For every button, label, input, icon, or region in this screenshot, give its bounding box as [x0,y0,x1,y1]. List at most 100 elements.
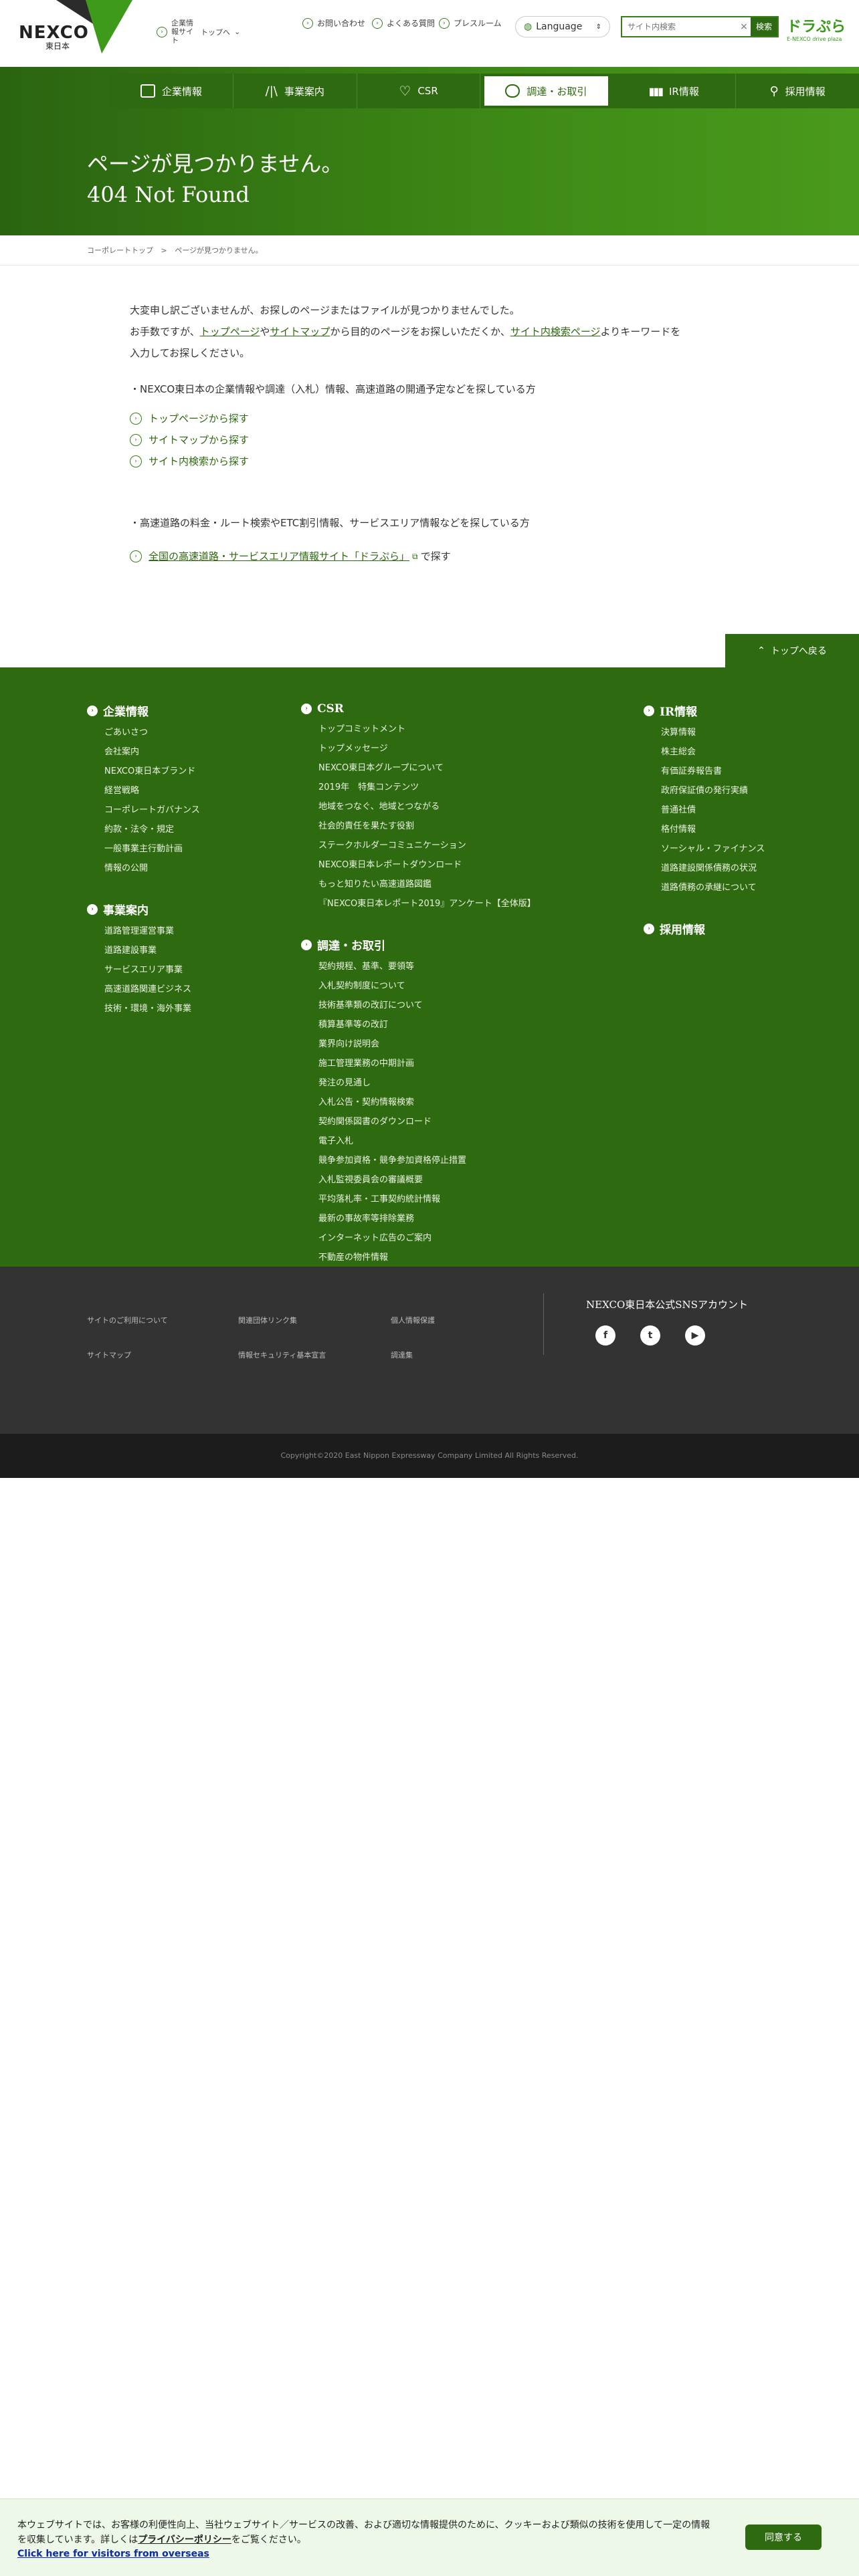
search-from-site-search-link[interactable]: › サイト内検索から探す [130,451,732,472]
footer-heading[interactable]: › 採用情報 [644,920,765,937]
footer-link[interactable]: 高速道路関連ビジネス [87,980,200,999]
clear-icon[interactable]: × [737,17,751,36]
footer-link[interactable]: 発注の見通し [301,1073,536,1093]
footer-link[interactable]: 政府保証債の発行実績 [644,781,765,800]
agree-button[interactable]: 同意する [745,2525,822,2550]
nav-recruit[interactable]: ⚲ 採用情報 [736,74,859,108]
arrow-circle-icon: › [87,903,98,915]
contact-label: お問い合わせ [317,19,366,28]
footer-link[interactable]: サービスエリア事業 [87,960,200,980]
breadcrumb-home[interactable]: コーポレートトップ [87,246,153,255]
privacy-policy-link[interactable]: プライバシーポリシー [138,2535,231,2545]
nav-ir[interactable]: ▮▮▮ IR情報 [612,74,737,108]
footer-link[interactable]: 道路管理運営事業 [87,922,200,941]
footer-link[interactable]: 技術・環境・海外事業 [87,999,200,1018]
nav-business[interactable]: /|\ 事業案内 [233,74,357,108]
arrow-circle-icon: › [302,17,313,29]
overseas-visitors-link[interactable]: Click here for visitors from overseas [17,2549,209,2559]
footer-link[interactable]: 一般事業主行動計画 [87,839,200,859]
footer-link[interactable]: 会社案内 [87,742,200,762]
footer-link[interactable]: 最新の事故率等排除業務 [301,1209,536,1228]
footer-link[interactable]: トップコミットメント [301,720,536,739]
footer-link[interactable]: NEXCO東日本グループについて [301,758,536,778]
nexco-logo[interactable]: NEXCO 東日本 [19,0,132,53]
footer-link[interactable]: 平均落札率・工事契約統計情報 [301,1190,536,1209]
footer-link[interactable]: 株主総会 [644,742,765,762]
faq-link[interactable]: › よくある質問 [372,17,435,29]
footer-link[interactable]: 入札公告・契約情報検索 [301,1093,536,1112]
footer-link[interactable]: 『NEXCO東日本レポート2019』アンケート【全体版】 [301,894,536,914]
footer-link[interactable]: 業界向け説明会 [301,1035,536,1054]
footer-link-sitemap[interactable]: サイトマップ [87,1350,131,1360]
footer-link[interactable]: 入札契約制度について [301,976,536,996]
footer-link-procurement[interactable]: 調達集 [391,1350,413,1360]
footer-heading-label: 採用情報 [660,924,705,937]
language-select[interactable]: ◍ Language ⇕ [515,16,610,37]
footer-link[interactable]: 電子入札 [301,1132,536,1151]
footer-heading[interactable]: › 企業情報 [87,702,200,719]
footer-link[interactable]: 道路建設関係債務の状況 [644,859,765,878]
footer-heading[interactable]: › IR情報 [644,702,765,719]
footer-link[interactable]: 不動産の物件情報 [301,1248,536,1267]
footer-link[interactable]: ソーシャル・ファイナンス [644,839,765,859]
footer-heading[interactable]: › 調達・お取引 [301,936,536,953]
footer-link[interactable]: NEXCO東日本レポートダウンロード [301,855,536,875]
footer-link-privacy[interactable]: 個人情報保護 [391,1315,435,1325]
footer-link[interactable]: 普通社債 [644,800,765,820]
footer-link[interactable]: 情報の公開 [87,859,200,878]
nav-corporate[interactable]: 企業情報 [110,74,233,108]
footer-link[interactable]: 格付情報 [644,820,765,839]
sitemap-link[interactable]: サイトマップ [270,326,330,338]
footer-link[interactable]: もっと知りたい高速道路図鑑 [301,875,536,894]
search-button[interactable]: 検索 [751,17,777,36]
youtube-icon[interactable]: ▶ [685,1325,705,1346]
text: お手数ですが、 [130,326,200,338]
footer-link[interactable]: トップメッセージ [301,739,536,758]
search-from-sitemap-link[interactable]: › サイトマップから探す [130,429,732,451]
footer-link[interactable]: 契約規程、基準、要領等 [301,957,536,976]
back-to-top-button[interactable]: ⌃ トップへ戻る [725,634,859,667]
corporate-site-top-link[interactable]: › 企業情報サイト トップへ ⌄ [157,19,240,45]
footer-link[interactable]: 約款・法令・規定 [87,820,200,839]
nav-procurement[interactable]: 調達・お取引 [484,76,609,106]
footer-link[interactable]: コーポレートガバナンス [87,800,200,820]
search-from-top-link[interactable]: › トップページから探す [130,408,732,429]
footer-link[interactable]: 施工管理業務の中期計画 [301,1054,536,1073]
corporate-site-label: 企業情報サイト [171,19,193,45]
footer-link[interactable]: 決算情報 [644,723,765,742]
footer-link[interactable]: 積算基準等の改訂 [301,1015,536,1035]
footer-link[interactable]: ステークホルダーコミュニケーション [301,836,536,855]
footer-heading[interactable]: › 事業案内 [87,901,200,918]
footer-link-terms[interactable]: サイトのご利用について [87,1315,168,1325]
pressroom-link[interactable]: › プレスルーム [439,17,502,29]
footer-link[interactable]: 道路債務の承継について [644,878,765,897]
logo-subtext: 東日本 [45,41,70,51]
footer-link[interactable]: 契約関係図書のダウンロード [301,1112,536,1132]
footer-link[interactable]: 技術基準類の改訂について [301,996,536,1015]
twitter-icon[interactable]: t [640,1325,660,1346]
section-1-title: ・NEXCO東日本の企業情報や調達（入札）情報、高速道路の開通予定などを探してい… [130,383,536,395]
footer-link[interactable]: 社会的責任を果たす役割 [301,817,536,836]
contact-link[interactable]: › お問い合わせ [302,17,365,29]
footer-link[interactable]: 競争参加資格・競争参加資格停止措置 [301,1151,536,1170]
site-search-link[interactable]: サイト内検索ページ [510,326,601,338]
footer-link[interactable]: ごあいさつ [87,723,200,742]
footer-link-security[interactable]: 情報セキュリティ基本宣言 [238,1350,326,1360]
footer-link[interactable]: 経営戦略 [87,781,200,800]
top-page-link[interactable]: トップページ [200,326,260,338]
dorapura-banner[interactable]: ドラぷら E-NEXCO drive plaza [787,15,851,42]
footer-heading[interactable]: › CSR [301,702,536,716]
footer-link-related[interactable]: 関連団体リンク集 [238,1315,297,1325]
footer-link[interactable]: NEXCO東日本ブランド [87,762,200,781]
footer-link[interactable]: 入札監視委員会の審議概要 [301,1170,536,1190]
arrow-circle-icon: › [130,455,142,467]
dorapura-link[interactable]: › 全国の高速道路・サービスエリア情報サイト「ドラぷら」 [130,546,409,567]
footer-link[interactable]: 2019年 特集コンテンツ [301,778,536,797]
footer-link[interactable]: 道路建設事業 [87,941,200,960]
footer-link[interactable]: 地域をつなぐ、地域とつながる [301,797,536,817]
footer-link[interactable]: インターネット広告のご案内 [301,1228,536,1248]
search-input[interactable] [622,17,737,36]
footer-link[interactable]: 有価証券報告書 [644,762,765,781]
nav-csr[interactable]: ♡ CSR [357,74,481,108]
facebook-icon[interactable]: f [595,1325,615,1346]
